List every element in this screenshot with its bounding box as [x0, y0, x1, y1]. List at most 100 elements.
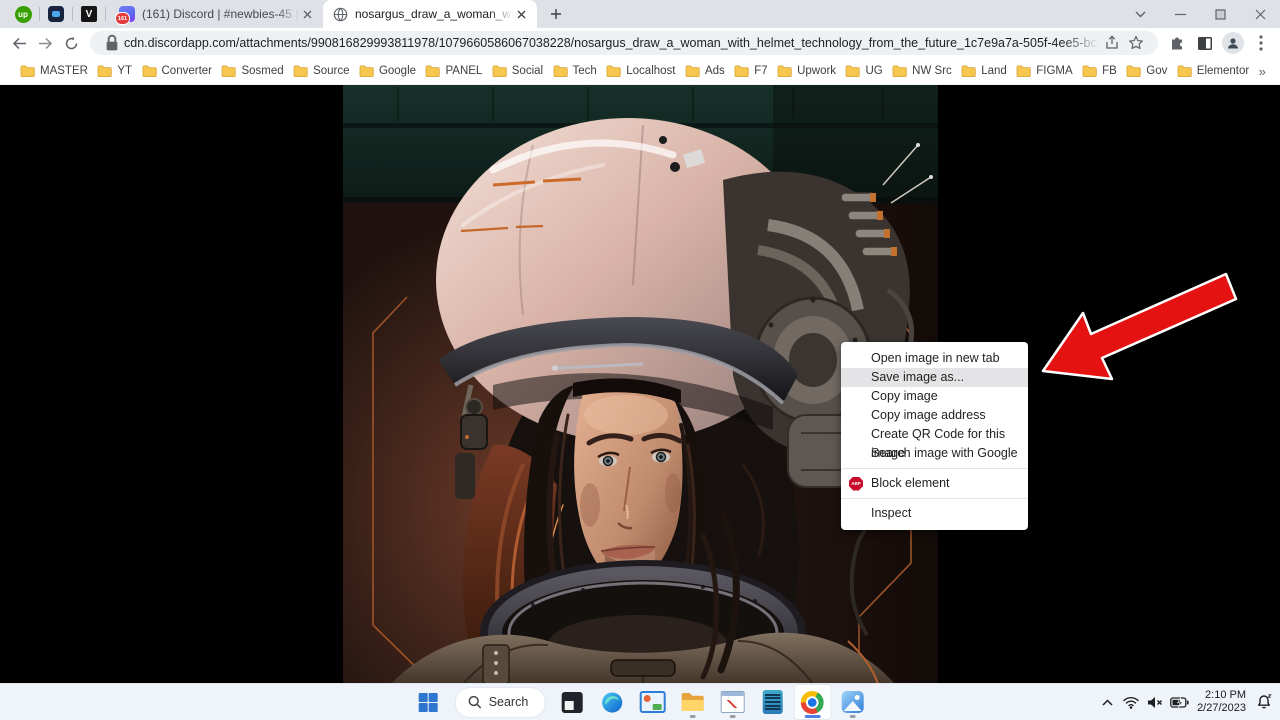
folder-icon	[20, 65, 35, 77]
address-bar[interactable]: cdn.discordapp.com/attachments/990816829…	[90, 31, 1158, 55]
bookmark-folder[interactable]: Sosmed	[221, 65, 283, 77]
tab-discord[interactable]: 161 (161) Discord | #newbies-45 | Mi	[109, 0, 323, 28]
tab-image-active[interactable]: nosargus_draw_a_woman_with_h	[323, 0, 537, 28]
bookmark-folder[interactable]: NW Src	[892, 65, 952, 77]
divider	[105, 7, 106, 21]
bookmark-folder[interactable]: Upwork	[777, 65, 836, 77]
v-app-icon: V	[81, 6, 97, 22]
bookmark-label: Gov	[1146, 65, 1167, 77]
bookmark-folder[interactable]: Ads	[685, 65, 725, 77]
bookmark-label: MASTER	[40, 65, 88, 77]
bookmark-folder[interactable]: MASTER	[20, 65, 88, 77]
folder-icon	[845, 65, 860, 77]
folder-icon	[553, 65, 568, 77]
battery-charging-icon[interactable]	[1169, 688, 1189, 716]
reload-icon[interactable]	[58, 30, 84, 56]
bookmark-folder[interactable]: Gov	[1126, 65, 1167, 77]
close-window-icon[interactable]	[1240, 0, 1280, 28]
menu-item-copy-image[interactable]: Copy image	[841, 387, 1028, 406]
tab-title: (161) Discord | #newbies-45 | Mi	[142, 7, 299, 21]
folder-icon	[293, 65, 308, 77]
menu-item-block-element[interactable]: ABP Block element	[841, 474, 1028, 493]
forward-icon[interactable]	[32, 30, 58, 56]
menu-item-copy-image-address[interactable]: Copy image address	[841, 406, 1028, 425]
taskbar-app-notepad[interactable]	[753, 684, 791, 720]
extensions-puzzle-icon[interactable]	[1164, 30, 1190, 56]
time-text: 2:10 PM	[1197, 689, 1246, 702]
notification-bell-icon[interactable]	[1254, 688, 1274, 716]
profile-avatar[interactable]	[1220, 30, 1246, 56]
menu-item-inspect[interactable]: Inspect	[841, 504, 1028, 523]
bookmark-folder[interactable]: Land	[961, 65, 1007, 77]
bookmark-folder[interactable]: PANEL	[425, 65, 482, 77]
url-text[interactable]: cdn.discordapp.com/attachments/990816829…	[124, 36, 1100, 50]
bookmark-folder[interactable]: Converter	[142, 65, 213, 77]
bookmark-folder[interactable]: Elementor	[1177, 65, 1249, 77]
tray-chevron-up-icon[interactable]	[1097, 688, 1117, 716]
taskbar-app-photo-viewer[interactable]	[633, 684, 671, 720]
image-context-menu: Open image in new tab Save image as... C…	[841, 342, 1028, 530]
bookmarks-bar: MASTER YT Converter Sosmed Source Google…	[0, 58, 1280, 85]
folder-icon	[142, 65, 157, 77]
bookmark-folder[interactable]: YT	[97, 65, 132, 77]
new-tab-button[interactable]	[543, 1, 569, 27]
bookmark-label: Source	[313, 65, 349, 77]
tab-close-icon[interactable]	[513, 6, 529, 22]
volume-muted-icon[interactable]	[1145, 688, 1165, 716]
edge-icon	[601, 691, 624, 714]
taskbar-app-edge[interactable]	[593, 684, 631, 720]
pinned-extensions: up V	[0, 3, 109, 25]
back-icon[interactable]	[6, 30, 32, 56]
upwork-pinned-tab[interactable]: up	[10, 3, 36, 25]
folder-icon	[359, 65, 374, 77]
v-app-pinned-tab[interactable]: V	[76, 3, 102, 25]
tab-title: nosargus_draw_a_woman_with_h	[355, 7, 513, 21]
wifi-icon[interactable]	[1121, 688, 1141, 716]
tab-search-icon[interactable]	[1120, 0, 1160, 28]
bookmark-label: FB	[1102, 65, 1117, 77]
menu-item-search-image-google[interactable]: Search image with Google	[841, 444, 1028, 463]
dark-app-pinned-tab[interactable]	[43, 3, 69, 25]
taskbar-file-explorer[interactable]	[673, 684, 711, 720]
taskbar-photos-app[interactable]	[833, 684, 871, 720]
menu-item-open-image-new-tab[interactable]: Open image in new tab	[841, 349, 1028, 368]
window-controls	[1120, 0, 1280, 28]
minimize-icon[interactable]	[1160, 0, 1200, 28]
browser-menu-icon[interactable]	[1248, 30, 1274, 56]
bookmark-folder[interactable]: Localhost	[606, 65, 675, 77]
browser-toolbar: cdn.discordapp.com/attachments/990816829…	[0, 28, 1280, 58]
side-panel-icon[interactable]	[1192, 30, 1218, 56]
bookmark-folder[interactable]: Social	[492, 65, 543, 77]
upwork-icon: up	[15, 6, 32, 23]
bookmark-folder[interactable]: FIGMA	[1016, 65, 1072, 77]
bookmark-label: F7	[754, 65, 767, 77]
menu-item-save-image-as[interactable]: Save image as...	[841, 368, 1028, 387]
folder-icon	[1082, 65, 1097, 77]
start-button[interactable]	[409, 684, 447, 720]
tab-close-icon[interactable]	[299, 6, 315, 22]
lock-icon	[100, 31, 124, 55]
bookmark-folder[interactable]: Google	[359, 65, 416, 77]
bookmarks-overflow-chevron[interactable]: »	[1259, 64, 1266, 79]
menu-separator	[841, 468, 1028, 469]
notepad-icon	[762, 690, 782, 714]
file-explorer-icon	[680, 692, 704, 712]
bookmark-label: Elementor	[1197, 65, 1249, 77]
bookmark-label: Sosmed	[241, 65, 283, 77]
bookmark-folder[interactable]: Source	[293, 65, 349, 77]
taskbar-chrome[interactable]	[793, 684, 831, 720]
bookmark-star-icon[interactable]	[1124, 31, 1148, 55]
taskbar-center: Search	[409, 684, 872, 720]
menu-item-create-qr-code[interactable]: Create QR Code for this image	[841, 425, 1028, 444]
toolbar-actions	[1164, 30, 1274, 56]
taskbar-clock[interactable]: 2:10 PM 2/27/2023	[1193, 689, 1250, 715]
taskbar-app-dark-square[interactable]	[553, 684, 591, 720]
bookmark-folder[interactable]: Tech	[553, 65, 597, 77]
taskbar-app-chart-window[interactable]	[713, 684, 751, 720]
bookmark-folder[interactable]: F7	[734, 65, 767, 77]
share-icon[interactable]	[1100, 31, 1124, 55]
maximize-icon[interactable]	[1200, 0, 1240, 28]
bookmark-folder[interactable]: FB	[1082, 65, 1117, 77]
bookmark-folder[interactable]: UG	[845, 65, 882, 77]
taskbar-search[interactable]: Search	[455, 687, 546, 718]
